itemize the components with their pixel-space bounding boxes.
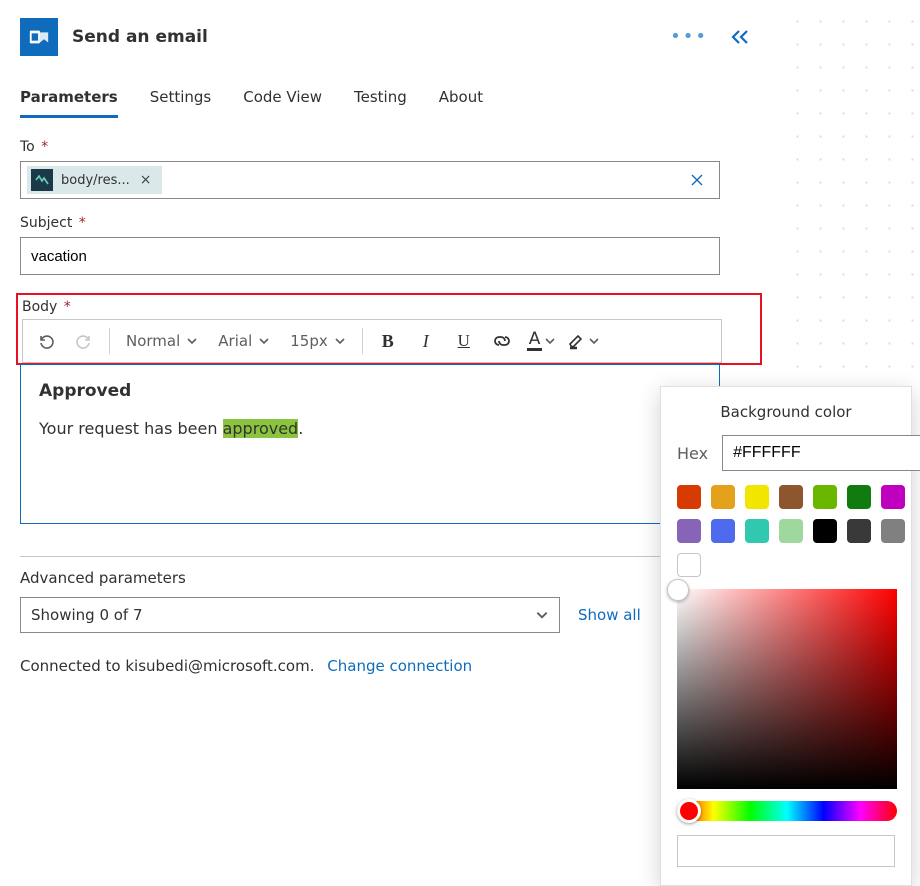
connection-info: Connected to kisubedi@microsoft.com. Cha… <box>20 657 750 675</box>
toolbar-separator <box>362 328 363 354</box>
body-label: Body * <box>22 299 756 315</box>
color-swatch[interactable] <box>779 519 803 543</box>
section-divider <box>20 556 720 557</box>
chevron-down-icon <box>334 335 346 347</box>
tab-parameters[interactable]: Parameters <box>20 80 118 118</box>
italic-button[interactable]: I <box>409 324 443 358</box>
subject-input[interactable] <box>20 237 720 275</box>
chevron-down-icon <box>588 335 600 347</box>
color-swatches <box>677 485 895 543</box>
tab-about[interactable]: About <box>439 80 483 118</box>
hue-slider[interactable] <box>677 801 897 821</box>
hex-label: Hex <box>677 444 708 463</box>
remove-token-icon[interactable]: × <box>138 173 154 187</box>
panel-header: Send an email ••• <box>20 18 750 56</box>
no-color-swatch[interactable] <box>677 553 701 577</box>
link-button[interactable] <box>485 324 519 358</box>
color-swatch[interactable] <box>813 519 837 543</box>
color-swatch[interactable] <box>745 519 769 543</box>
change-connection-link[interactable]: Change connection <box>327 657 472 675</box>
color-swatch[interactable] <box>745 485 769 509</box>
toolbar-separator <box>109 328 110 354</box>
color-swatch[interactable] <box>881 485 905 509</box>
chevron-down-icon <box>544 335 556 347</box>
undo-button[interactable] <box>29 324 63 358</box>
panel-title: Send an email <box>72 27 656 47</box>
background-color-popover: Background color Hex <box>660 386 912 886</box>
color-swatch[interactable] <box>711 519 735 543</box>
tab-code-view[interactable]: Code View <box>243 80 322 118</box>
outlook-icon <box>20 18 58 56</box>
hue-thumb[interactable] <box>677 799 701 823</box>
required-marker: * <box>74 215 85 231</box>
to-label: To * <box>20 139 750 155</box>
color-swatch[interactable] <box>677 485 701 509</box>
to-input[interactable]: body/res... × <box>20 161 720 199</box>
highlight-color-button[interactable] <box>564 324 604 358</box>
collapse-panel-icon[interactable] <box>730 29 750 45</box>
chevron-down-icon <box>535 608 549 622</box>
color-swatch[interactable] <box>881 519 905 543</box>
required-marker: * <box>37 139 48 155</box>
required-marker: * <box>59 299 70 315</box>
to-token[interactable]: body/res... × <box>27 166 162 194</box>
clear-input-icon[interactable] <box>689 172 711 188</box>
saturation-lightness-picker[interactable] <box>677 589 897 789</box>
color-swatch[interactable] <box>779 485 803 509</box>
redo-button[interactable] <box>67 324 101 358</box>
color-result-input[interactable] <box>677 835 895 867</box>
tab-settings[interactable]: Settings <box>150 80 212 118</box>
format-select[interactable]: Normal <box>118 324 206 358</box>
advanced-parameters-select[interactable]: Showing 0 of 7 <box>20 597 560 633</box>
dynamic-content-icon <box>31 169 53 191</box>
to-token-label: body/res... <box>61 173 130 188</box>
subject-label: Subject * <box>20 215 750 231</box>
color-swatch[interactable] <box>847 485 871 509</box>
tab-testing[interactable]: Testing <box>354 80 407 118</box>
hex-input[interactable] <box>722 435 920 471</box>
color-swatch[interactable] <box>813 485 837 509</box>
font-select[interactable]: Arial <box>210 324 278 358</box>
rte-toolbar: Normal Arial 15px B I U A <box>22 319 722 363</box>
picker-thumb[interactable] <box>667 579 689 601</box>
color-swatch[interactable] <box>677 519 701 543</box>
color-swatch[interactable] <box>711 485 735 509</box>
advanced-parameters-label: Advanced parameters <box>20 569 750 587</box>
body-highlight-annotation: Body * Normal Arial 15px B <box>16 293 762 365</box>
body-editor[interactable]: Approved Your request has been approved. <box>20 364 720 524</box>
chevron-down-icon <box>186 335 198 347</box>
highlighted-word: approved <box>223 419 299 438</box>
popover-title: Background color <box>677 403 895 421</box>
more-actions-icon[interactable]: ••• <box>670 28 708 46</box>
color-swatch[interactable] <box>847 519 871 543</box>
chevron-down-icon <box>258 335 270 347</box>
underline-button[interactable]: U <box>447 324 481 358</box>
size-select[interactable]: 15px <box>282 324 354 358</box>
body-paragraph: Your request has been approved. <box>39 419 701 438</box>
designer-canvas-background <box>780 0 920 380</box>
tab-bar: Parameters Settings Code View Testing Ab… <box>20 80 750 119</box>
action-panel: Send an email ••• Parameters Settings Co… <box>0 0 770 675</box>
font-color-button[interactable]: A <box>523 324 561 358</box>
show-all-link[interactable]: Show all <box>578 606 641 624</box>
bold-button[interactable]: B <box>371 324 405 358</box>
body-heading: Approved <box>39 381 701 401</box>
